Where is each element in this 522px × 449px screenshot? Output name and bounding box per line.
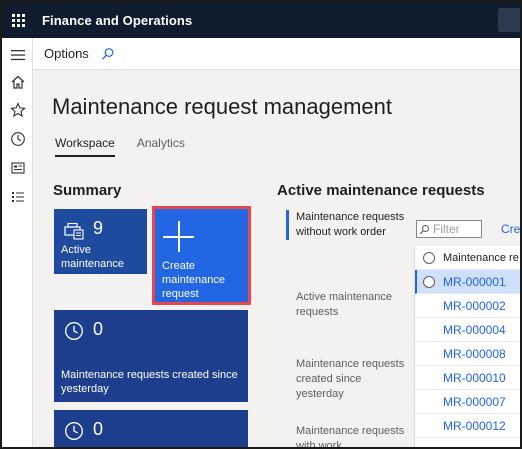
tile-summary-third[interactable]: 0 [54, 410, 248, 447]
create-link[interactable]: Crea [501, 222, 520, 236]
table-row[interactable]: MR-000010 [415, 366, 520, 390]
page-title: Maintenance request management [52, 94, 392, 119]
tile-active-maintenance-requests[interactable]: 9 Active maintenance requests [54, 209, 147, 274]
filter-placeholder: Filter [433, 222, 460, 236]
request-id-link[interactable]: MR-000007 [443, 395, 506, 409]
filter-search-icon [419, 224, 430, 235]
view-without-work-order[interactable]: Maintenance requests without work order [286, 210, 406, 240]
summary-heading: Summary [53, 182, 122, 199]
view-created-since-yesterday[interactable]: Maintenance requests created since yeste… [286, 357, 406, 402]
favorites-star-icon[interactable] [9, 101, 26, 118]
filter-input[interactable]: Filter [416, 220, 482, 238]
requests-grid: Maintenance re MR-000001 MR-000002 MR-00… [414, 246, 520, 447]
table-row[interactable]: MR-000008 [415, 342, 520, 366]
tile-count: 0 [93, 419, 104, 439]
request-id-link[interactable]: MR-000010 [443, 371, 506, 385]
tab-analytics[interactable]: Analytics [137, 136, 185, 157]
tile-create-maintenance-request[interactable]: Create maintenance request [152, 206, 251, 305]
workspaces-icon[interactable] [9, 159, 26, 176]
tile-count: 0 [93, 319, 104, 339]
printer-icon [63, 221, 85, 241]
tile-count: 9 [93, 218, 104, 238]
clock-icon [63, 421, 85, 441]
search-icon[interactable] [101, 47, 115, 61]
request-id-link[interactable]: MR-000008 [443, 347, 506, 361]
workspace-tabs: Workspace Analytics [55, 136, 207, 157]
table-row[interactable]: MR-000002 [415, 294, 520, 318]
active-requests-heading: Active maintenance requests [277, 182, 485, 199]
app-launcher-icon[interactable] [4, 2, 32, 38]
column-header-maintenance-request[interactable]: Maintenance re [443, 252, 519, 264]
tile-label: Active maintenance requests [61, 244, 124, 274]
requests-grid-area: Filter Crea Maintenance re MR-000001 MR-… [414, 218, 520, 447]
app-bar: Finance and Operations [2, 2, 520, 38]
request-id-link[interactable]: MR-000001 [443, 275, 506, 289]
grid-header-row: Maintenance re [415, 246, 520, 270]
clock-icon [63, 321, 85, 341]
view-active-requests[interactable]: Active maintenance requests [286, 290, 406, 320]
request-id-link[interactable]: MR-000012 [443, 419, 506, 433]
select-all-radio[interactable] [423, 251, 435, 264]
request-id-link[interactable]: MR-000002 [443, 299, 506, 313]
table-row[interactable]: MR-000004 [415, 318, 520, 342]
plus-icon [163, 221, 194, 252]
row-select-radio[interactable] [423, 275, 435, 288]
options-button[interactable]: Options [44, 46, 89, 61]
tile-requests-created-since-yesterday[interactable]: 0 Maintenance requests created since yes… [54, 310, 248, 402]
request-views-list: Maintenance requests without work order … [286, 210, 406, 447]
table-row[interactable]: MR-000001 [415, 270, 520, 294]
table-row[interactable]: MR-000012 [415, 414, 520, 438]
app-title: Finance and Operations [42, 12, 193, 28]
view-with-work-order[interactable]: Maintenance requests with work [286, 424, 406, 447]
table-row[interactable]: MR-000007 [415, 390, 520, 414]
tile-label: Create maintenance request [162, 260, 225, 300]
request-id-link[interactable]: MR-000004 [443, 323, 506, 337]
modules-list-icon[interactable] [9, 188, 26, 205]
app-window: Finance and Operations Options Maintenan… [0, 0, 522, 449]
hamburger-menu-icon[interactable] [9, 46, 26, 63]
workspace-content: Maintenance request management Workspace… [33, 70, 520, 447]
appbar-right-control[interactable] [498, 8, 520, 32]
tab-workspace[interactable]: Workspace [55, 136, 115, 157]
home-icon[interactable] [9, 73, 26, 90]
left-nav [2, 38, 33, 447]
action-pane: Options [33, 38, 520, 70]
tile-label: Maintenance requests created since yeste… [61, 369, 238, 395]
recent-clock-icon[interactable] [9, 130, 26, 147]
